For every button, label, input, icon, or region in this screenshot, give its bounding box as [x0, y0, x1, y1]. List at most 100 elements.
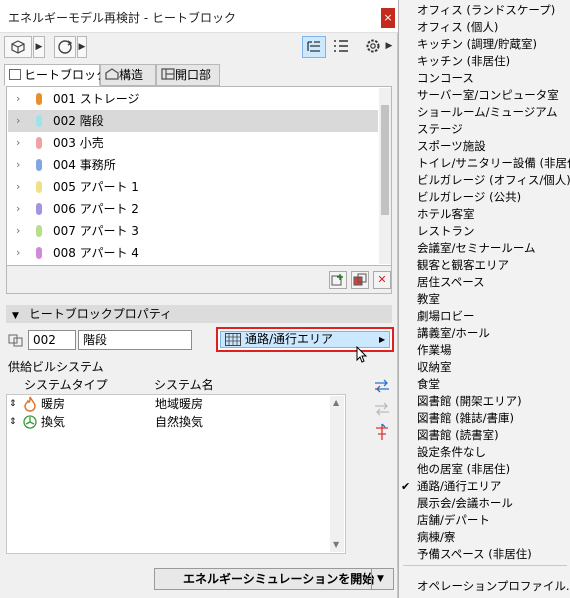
settings-button[interactable]: [362, 36, 384, 58]
menu-item[interactable]: 食堂: [399, 376, 569, 393]
close-button[interactable]: ×: [381, 8, 395, 28]
menu-item[interactable]: 収納室: [399, 359, 569, 376]
list-view-button[interactable]: [330, 36, 354, 58]
system-name: 自然換気: [155, 415, 204, 429]
table-row[interactable]: ⇕ 暖房 地域暖房: [7, 395, 327, 413]
tree-view-button[interactable]: [302, 36, 326, 58]
opening-icon: [161, 68, 175, 80]
color-swatch: [36, 137, 42, 149]
menu-item[interactable]: ビルガレージ (オフィス/個人): [399, 172, 570, 189]
mouse-cursor-icon: [356, 346, 368, 363]
tab-structure[interactable]: 構造: [100, 64, 156, 86]
fan-icon: [23, 415, 37, 429]
block-label: 007 アパート 3: [53, 224, 139, 238]
refresh-button[interactable]: [54, 36, 76, 58]
menu-item[interactable]: 病棟/寮: [399, 529, 569, 546]
properties-header[interactable]: ▼ ヒートブロックプロパティ: [6, 305, 392, 323]
list-item[interactable]: › 007 アパート 3: [8, 220, 378, 242]
chevron-right-icon[interactable]: ›: [16, 110, 20, 132]
menu-item[interactable]: オフィス (ランドスケープ): [399, 2, 569, 19]
tab-openings[interactable]: 開口部: [156, 64, 220, 86]
menu-item[interactable]: サーバー室/コンピュータ室: [399, 87, 569, 104]
flame-icon: [24, 396, 36, 412]
systems-scrollbar[interactable]: ▲ ▼: [330, 396, 344, 552]
start-simulation-button[interactable]: エネルギーシミュレーションを開始 ▼: [154, 568, 394, 590]
merge-block-button[interactable]: [351, 271, 369, 289]
heat-block-icon: [9, 69, 21, 80]
drag-handle-icon[interactable]: ⇕: [9, 395, 17, 413]
menu-item[interactable]: 図書館 (読書室): [399, 427, 569, 444]
menu-item[interactable]: 居住スペース: [399, 274, 569, 291]
list-item[interactable]: › 006 アパート 2: [8, 198, 378, 220]
menu-item[interactable]: 作業場: [399, 342, 569, 359]
menu-item-operation-profile[interactable]: オペレーションプロファイル...: [399, 578, 570, 595]
edit-system-icon: [376, 423, 388, 440]
menu-item[interactable]: スポーツ施設: [399, 138, 569, 155]
list-scrollbar-thumb[interactable]: [381, 105, 389, 215]
system-name: 地域暖房: [155, 397, 204, 411]
menu-item[interactable]: トイレ/サニタリー設備 (非居住): [399, 155, 570, 172]
menu-item[interactable]: ショールーム/ミュージアム: [399, 104, 569, 121]
menu-item[interactable]: 他の居室 (非居住): [399, 461, 569, 478]
table-row[interactable]: ⇕ 換気 自然換気: [7, 413, 327, 431]
menu-item[interactable]: 展示会/会議ホール: [399, 495, 569, 512]
menu-item[interactable]: 会議室/セミナールーム: [399, 240, 569, 257]
scroll-down-icon[interactable]: ▼: [333, 540, 339, 549]
zone-type-value: 通路/通行エリア: [245, 332, 334, 346]
refresh-dropdown[interactable]: ▶: [77, 36, 87, 58]
color-swatch: [36, 115, 42, 127]
menu-item[interactable]: ホテル客室: [399, 206, 569, 223]
list-item[interactable]: › 005 アパート 1: [8, 176, 378, 198]
menu-item[interactable]: ✔ 通路/通行エリア: [399, 478, 569, 495]
model-view-dropdown[interactable]: ▶: [33, 36, 45, 58]
menu-item[interactable]: コンコース: [399, 70, 569, 87]
chevron-right-icon[interactable]: ›: [16, 242, 20, 264]
scroll-up-icon[interactable]: ▲: [333, 398, 339, 407]
settings-dropdown[interactable]: ▶: [384, 36, 394, 58]
menu-item[interactable]: ステージ: [399, 121, 569, 138]
menu-item-label: キッチン (非居住): [417, 54, 511, 68]
menu-item[interactable]: 予備スペース (非居住): [399, 546, 569, 563]
chevron-right-icon[interactable]: ›: [16, 176, 20, 198]
chevron-right-icon[interactable]: ›: [16, 220, 20, 242]
menu-item[interactable]: 図書館 (雑誌/書庫): [399, 410, 569, 427]
menu-item-label: 病棟/寮: [417, 530, 456, 544]
add-system-button[interactable]: [372, 376, 392, 396]
tab-label: 構造: [119, 68, 144, 82]
chevron-right-icon[interactable]: ›: [16, 88, 20, 110]
drag-handle-icon[interactable]: ⇕: [9, 413, 17, 431]
tab-heat-block[interactable]: ヒートブロック: [4, 64, 108, 86]
chevron-right-icon[interactable]: ›: [16, 154, 20, 176]
list-item[interactable]: › 002 階段: [8, 110, 378, 132]
bottom-bar: エネルギーシミュレーションを開始 ▼: [0, 562, 398, 598]
delete-block-button[interactable]: ✕: [373, 271, 391, 289]
menu-item[interactable]: キッチン (調理/貯蔵室): [399, 36, 569, 53]
chevron-right-icon[interactable]: ›: [16, 198, 20, 220]
add-block-button[interactable]: [329, 271, 347, 289]
list-item[interactable]: › 008 アパート 4: [8, 242, 378, 264]
menu-item-label: 教室: [417, 292, 440, 306]
menu-item[interactable]: キッチン (非居住): [399, 53, 569, 70]
chevron-down-icon[interactable]: ▼: [377, 569, 384, 589]
menu-item[interactable]: ビルガレージ (公共): [399, 189, 569, 206]
menu-item[interactable]: 講義室/ホール: [399, 325, 569, 342]
menu-item[interactable]: オフィス (個人): [399, 19, 569, 36]
menu-item[interactable]: 設定条件なし: [399, 444, 569, 461]
menu-item[interactable]: 観客と観客エリア: [399, 257, 569, 274]
menu-item[interactable]: 教室: [399, 291, 569, 308]
block-id-field[interactable]: 002: [28, 330, 76, 350]
list-item[interactable]: › 001 ストレージ: [8, 88, 378, 110]
list-item[interactable]: › 003 小売: [8, 132, 378, 154]
edit-system-button[interactable]: [372, 422, 392, 442]
col-header-name: システム名: [154, 378, 214, 392]
list-item[interactable]: › 004 事務所: [8, 154, 378, 176]
menu-item[interactable]: レストラン: [399, 223, 569, 240]
button-divider: [371, 569, 372, 589]
menu-item[interactable]: 劇場ロビー: [399, 308, 569, 325]
menu-item[interactable]: 店舗/デパート: [399, 512, 569, 529]
menu-item[interactable]: 図書館 (開架エリア): [399, 393, 569, 410]
block-name-field[interactable]: 階段: [78, 330, 192, 350]
swap-system-button[interactable]: [372, 399, 392, 419]
model-view-button[interactable]: [4, 36, 32, 58]
chevron-right-icon[interactable]: ›: [16, 132, 20, 154]
